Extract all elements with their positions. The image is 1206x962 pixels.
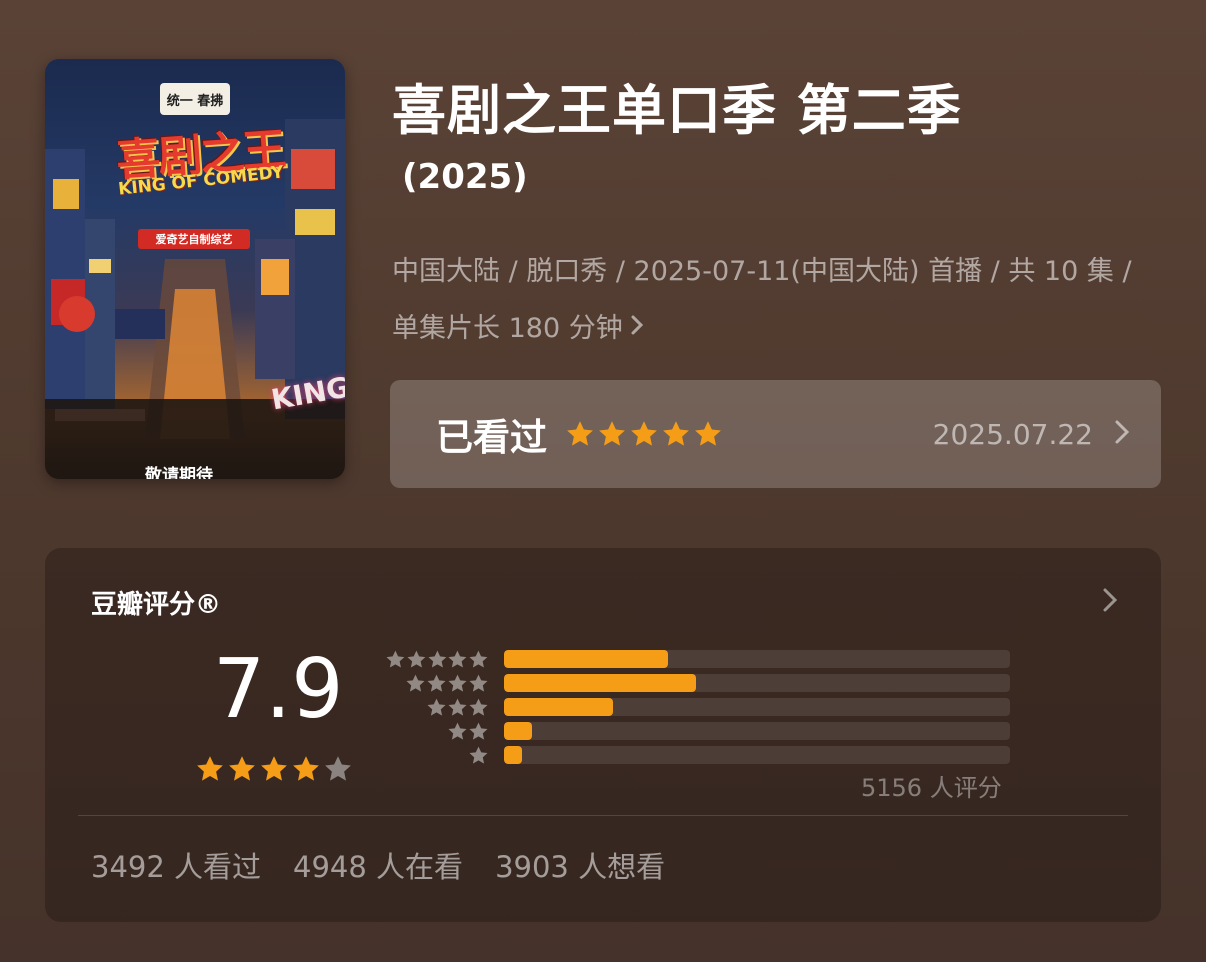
watched-status-card[interactable]: 已看过 2025.07.22 <box>390 380 1161 488</box>
rating-stars <box>195 754 353 784</box>
rating-bar-stars <box>385 745 489 766</box>
meta-info[interactable]: 中国大陆 / 脱口秀 / 2025-07-11(中国大陆) 首播 / 共 10 … <box>392 243 1162 357</box>
rating-title: 豆瓣评分® <box>91 590 222 620</box>
rating-bar-stars <box>385 673 489 694</box>
star-icon <box>427 698 446 716</box>
release-year: (2025) <box>402 157 528 197</box>
rating-bar-stars <box>385 721 489 742</box>
rating-bar-row <box>385 697 1010 718</box>
rating-bar-stars <box>385 697 489 718</box>
rating-score: 7.9 <box>213 642 344 737</box>
star-icon <box>448 674 467 692</box>
my-rating-stars <box>565 419 723 449</box>
poster-subtitle: 爱奇艺自制综艺 <box>138 229 250 249</box>
audience-stats: 3492 人看过 4948 人在看 3903 人想看 <box>91 844 665 886</box>
douban-rating-panel: 豆瓣评分® 7.9 5156 人评分 3492 人看过 4948 人在看 390… <box>45 548 1161 922</box>
star-icon <box>469 746 488 764</box>
rating-bar-row <box>385 673 1010 694</box>
rating-bar-track <box>504 698 1010 716</box>
rating-bar-track <box>504 722 1010 740</box>
star-icon <box>599 421 625 446</box>
star-icon <box>325 756 351 781</box>
star-icon <box>469 698 488 716</box>
wish-count[interactable]: 3903 人想看 <box>495 844 665 886</box>
star-icon <box>427 674 446 692</box>
chevron-right-icon <box>629 300 645 357</box>
watched-date: 2025.07.22 <box>932 417 1093 451</box>
rating-bar-track <box>504 650 1010 668</box>
rating-bar-fill <box>504 722 532 740</box>
divider <box>78 815 1128 816</box>
rating-bar-row <box>385 649 1010 670</box>
star-icon <box>428 650 446 668</box>
star-icon <box>229 756 255 781</box>
star-icon <box>197 756 223 781</box>
rating-bar-fill <box>504 674 696 692</box>
star-icon <box>663 421 689 446</box>
star-icon <box>567 421 593 446</box>
poster-sponsor-badge: 统一 春拂 <box>160 83 230 115</box>
star-icon <box>448 722 467 740</box>
rating-bar-track <box>504 674 1010 692</box>
star-icon <box>469 650 488 668</box>
watching-count[interactable]: 4948 人在看 <box>293 844 463 886</box>
star-icon <box>261 756 287 781</box>
star-icon <box>448 698 467 716</box>
star-icon <box>469 722 488 740</box>
watched-label: 已看过 <box>436 416 547 459</box>
rating-bar-row <box>385 721 1010 742</box>
rating-bar-fill <box>504 746 522 764</box>
poster-image[interactable]: 统一 春拂 喜剧之王 KING OF COMEDY 爱奇艺自制综艺 KING 敬… <box>45 59 345 479</box>
star-icon <box>695 421 721 446</box>
page-title: 喜剧之王单口季 第二季 <box>392 79 962 142</box>
chevron-right-icon[interactable] <box>1101 586 1119 618</box>
star-icon <box>406 674 425 692</box>
rating-bar-row <box>385 745 1010 766</box>
rating-bar-fill <box>504 698 613 716</box>
star-icon <box>293 756 319 781</box>
rating-count: 5156 人评分 <box>861 774 1002 802</box>
meta-text: 中国大陆 / 脱口秀 / 2025-07-11(中国大陆) 首播 / 共 10 … <box>392 256 1132 344</box>
chevron-right-icon <box>1113 418 1131 450</box>
rating-bar-stars <box>385 649 489 670</box>
star-icon <box>386 650 405 668</box>
poster-bottom-text: 敬请期待 <box>145 466 213 479</box>
star-icon <box>631 421 657 446</box>
star-icon <box>448 650 467 668</box>
star-icon <box>469 674 488 692</box>
rating-bar-fill <box>504 650 668 668</box>
star-icon <box>407 650 426 668</box>
watched-count[interactable]: 3492 人看过 <box>91 844 261 886</box>
rating-bar-track <box>504 746 1010 764</box>
